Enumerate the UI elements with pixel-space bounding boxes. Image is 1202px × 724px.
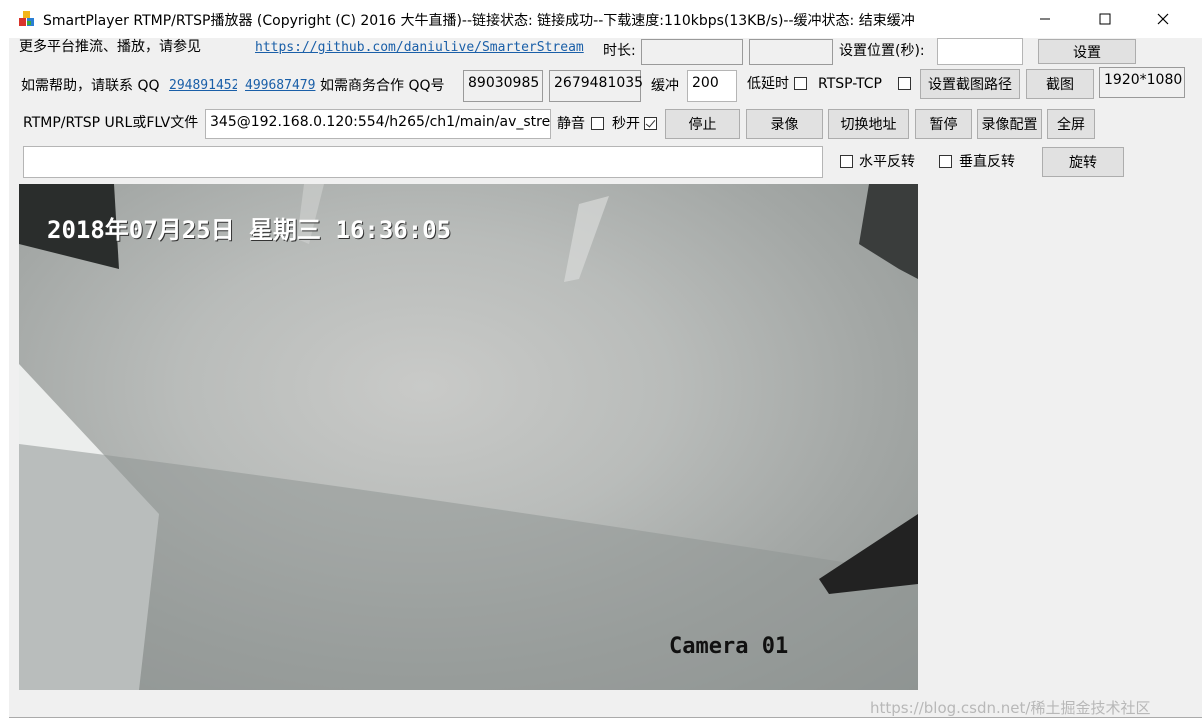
vertical-flip-label: 垂直反转 (959, 154, 1015, 170)
more-platforms-label: 更多平台推流、播放，请参见 (19, 39, 201, 55)
window-title: SmartPlayer RTMP/RTSP播放器 (Copyright (C) … (43, 13, 915, 29)
camera-label: Camera 01 (669, 634, 789, 659)
rtsp-tcp-label: RTSP-TCP (818, 76, 882, 92)
qq-link-2[interactable]: 499687479 (245, 78, 316, 93)
switch-url-button[interactable]: 切换地址 (828, 109, 909, 139)
pause-button[interactable]: 暂停 (915, 109, 972, 139)
stream-url-input[interactable]: 345@192.168.0.120:554/h265/ch1/main/av_s… (205, 109, 551, 139)
video-view[interactable]: 2018年07月25日 星期三 16:36:05 Camera 01 (19, 184, 918, 690)
vertical-flip-checkbox[interactable] (939, 155, 952, 168)
resolution-display: 1920*1080 (1099, 67, 1185, 98)
help-label: 如需帮助，请联系 QQ (21, 78, 160, 94)
low-latency-checkbox[interactable] (794, 77, 807, 90)
buffer-label: 缓冲 (651, 78, 679, 94)
player-window: SmartPlayer RTMP/RTSP播放器 (Copyright (C) … (9, 0, 1202, 718)
close-button[interactable] (1140, 0, 1186, 38)
watermark: https://blog.csdn.net/稀土掘金技术社区 (870, 699, 1151, 717)
seek-position-label: 设置位置(秒): (839, 43, 925, 59)
fullscreen-button[interactable]: 全屏 (1047, 109, 1095, 139)
stop-button[interactable]: 停止 (665, 109, 740, 139)
maximize-button[interactable] (1082, 0, 1128, 38)
title-bar[interactable]: SmartPlayer RTMP/RTSP播放器 (Copyright (C) … (9, 0, 1202, 38)
business-qq-2: 2679481035 (549, 70, 643, 102)
maximize-icon (1099, 13, 1111, 25)
set-position-button[interactable]: 设置 (1038, 39, 1136, 64)
business-qq-1: 89030985 (463, 70, 543, 102)
record-config-button[interactable]: 录像配置 (977, 109, 1042, 139)
seek-position-input[interactable] (937, 38, 1023, 65)
snapshot-button[interactable]: 截图 (1026, 69, 1094, 99)
duration-label: 时长: (603, 43, 636, 59)
qq-link-1[interactable]: 2948914521 (169, 78, 237, 93)
instant-open-checkbox[interactable] (644, 117, 657, 130)
app-icon (19, 11, 34, 26)
set-snapshot-path-button[interactable]: 设置截图路径 (920, 69, 1020, 99)
close-icon (1157, 13, 1169, 25)
instant-open-label: 秒开 (612, 116, 640, 132)
rotate-button[interactable]: 旋转 (1042, 147, 1124, 177)
horizontal-flip-label: 水平反转 (859, 154, 915, 170)
horizontal-flip-checkbox[interactable] (840, 155, 853, 168)
url-label: RTMP/RTSP URL或FLV文件 (23, 115, 199, 131)
record-button[interactable]: 录像 (746, 109, 823, 139)
path-input[interactable] (23, 146, 823, 178)
business-label: 如需商务合作 QQ号 (320, 78, 445, 94)
duration-field (641, 39, 743, 65)
minimize-button[interactable] (1022, 0, 1068, 38)
mute-checkbox[interactable] (591, 117, 604, 130)
minimize-icon (1040, 18, 1050, 20)
video-frame-graphic (19, 184, 918, 690)
duration-extra-field (749, 39, 833, 65)
buffer-input[interactable]: 200 (687, 70, 737, 102)
rtsp-tcp-checkbox[interactable] (898, 77, 911, 90)
low-latency-label: 低延时 (747, 76, 789, 92)
video-timestamp: 2018年07月25日 星期三 16:36:05 (47, 216, 452, 244)
mute-label: 静音 (557, 116, 585, 132)
github-link[interactable]: https://github.com/daniulive/SmarterStre… (255, 40, 588, 55)
